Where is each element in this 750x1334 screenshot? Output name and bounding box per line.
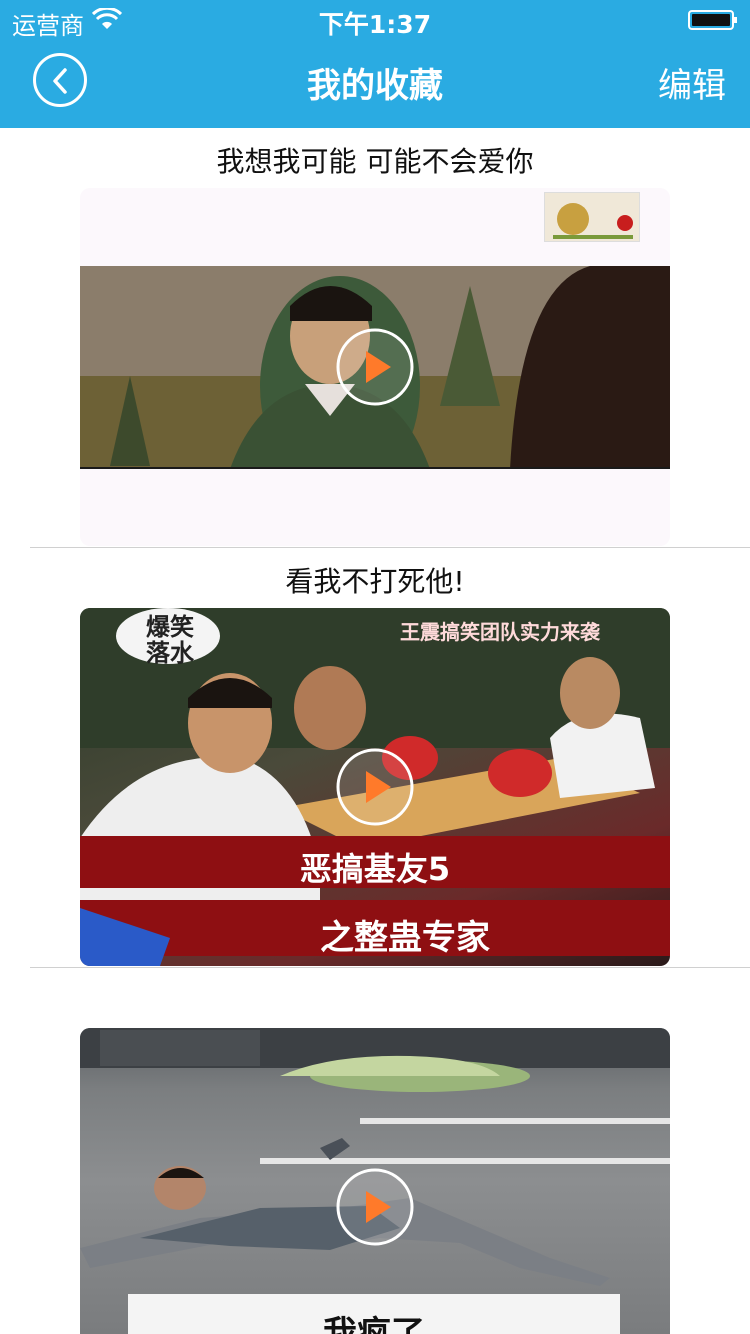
- channel-logo: [544, 192, 640, 242]
- list-item[interactable]: 我想我可能 可能不会爱你: [0, 128, 750, 548]
- list-item[interactable]: 看我不打死他! 爆笑 落水 王震搞笑团队实力来袭 恶搞基友5 之整蛊专家: [0, 548, 750, 968]
- edit-button[interactable]: 编辑: [658, 58, 726, 107]
- play-icon[interactable]: [335, 327, 415, 407]
- battery-icon: [688, 10, 737, 30]
- status-time: 下午1:37: [318, 10, 432, 39]
- header: 运营商 下午1:37 我的收藏 编辑: [0, 0, 750, 128]
- status-bar: 运营商 下午1:37: [0, 0, 750, 40]
- corner-badge: 爆笑 落水: [146, 613, 194, 667]
- banner-top: 王震搞笑团队实力来袭: [400, 620, 600, 644]
- item-title: 看我不打死他!: [285, 565, 465, 598]
- play-icon[interactable]: [335, 1167, 415, 1247]
- video-thumbnail[interactable]: [80, 188, 670, 546]
- list-item[interactable]: 我疯了: [0, 968, 750, 1334]
- video-thumbnail[interactable]: 我疯了: [80, 1028, 670, 1334]
- banner-bottom: 之整蛊专家: [320, 918, 490, 958]
- play-icon[interactable]: [335, 747, 415, 827]
- item-title: 我想我可能 可能不会爱你: [216, 145, 534, 178]
- video-thumbnail[interactable]: 爆笑 落水 王震搞笑团队实力来袭 恶搞基友5 之整蛊专家: [80, 608, 670, 966]
- video-caption: 我疯了: [323, 1314, 425, 1334]
- page-title: 我的收藏: [307, 66, 443, 106]
- banner-mid: 恶搞基友5: [299, 850, 451, 888]
